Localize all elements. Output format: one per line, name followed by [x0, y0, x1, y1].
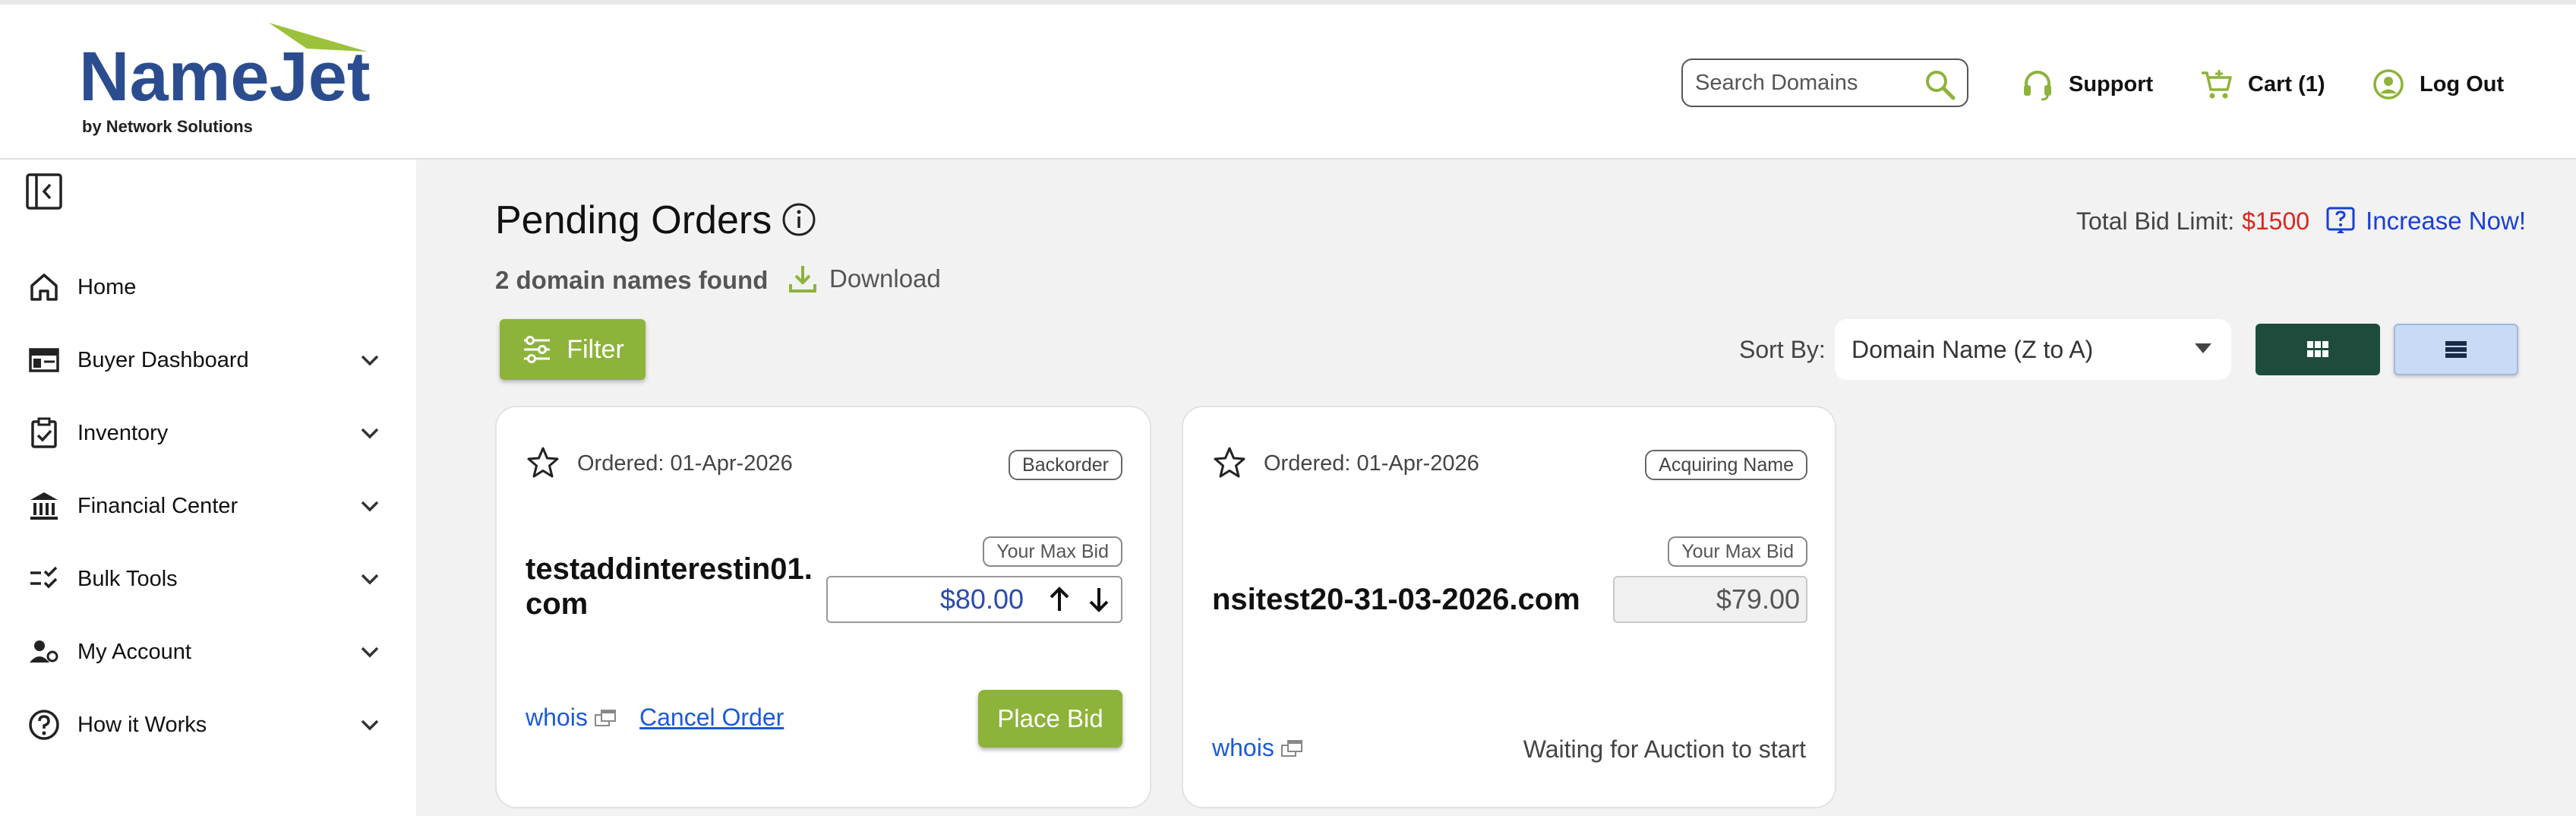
grid-view-button[interactable] [2256, 324, 2380, 375]
sidebar-item-how-it-works[interactable]: How it Works [0, 688, 416, 761]
whois-label: whois [526, 704, 588, 731]
whois-link[interactable]: whois [1212, 734, 1303, 762]
cart-label: Cart (1) [2248, 71, 2325, 96]
sidebar-item-label: How it Works [77, 712, 207, 737]
arrow-up-icon[interactable] [1045, 585, 1074, 614]
search-icon[interactable] [1923, 68, 1956, 101]
svg-text:NameJet: NameJet [79, 38, 371, 115]
sidebar-nav: Home Buyer Dashboard Inventory Financial… [0, 251, 416, 761]
chevron-down-icon[interactable] [357, 420, 383, 446]
help-circle-icon [29, 710, 59, 740]
list-view-button[interactable] [2394, 324, 2518, 375]
sidebar: Home Buyer Dashboard Inventory Financial… [0, 160, 416, 816]
logout-link[interactable]: Log Out [2371, 67, 2504, 102]
sidebar-item-inventory[interactable]: Inventory [0, 397, 416, 470]
filter-button[interactable]: Filter [500, 319, 646, 380]
support-label: Support [2069, 71, 2154, 96]
filter-label: Filter [567, 334, 624, 364]
grid-icon [2307, 341, 2328, 357]
logout-label: Log Out [2420, 71, 2505, 96]
chevron-down-icon[interactable] [357, 493, 383, 519]
search-box[interactable] [1681, 59, 1968, 107]
account-icon [30, 640, 58, 663]
main-content: Pending Orders 2 domain names found Down… [416, 160, 2576, 816]
whois-link[interactable]: whois [526, 704, 617, 732]
download-button[interactable]: Download [787, 263, 941, 295]
sort-selected: Domain Name (Z to A) [1852, 335, 2094, 363]
increase-now-link[interactable]: Increase Now! [2366, 207, 2526, 236]
home-icon [30, 274, 58, 301]
sidebar-item-bulk-tools[interactable]: Bulk Tools [0, 542, 416, 615]
svg-text:by Network Solutions: by Network Solutions [82, 117, 253, 136]
bid-value: $80.00 [939, 584, 1024, 615]
status-badge: Acquiring Name [1645, 450, 1807, 480]
question-bubble-icon[interactable] [2325, 205, 2357, 237]
caret-down-icon [2195, 343, 2211, 353]
bid-limit: Total Bid Limit: $1500 Increase Now! [2076, 205, 2526, 237]
chevron-down-icon[interactable] [357, 566, 383, 592]
headset-icon [2024, 71, 2051, 101]
chevron-down-icon[interactable] [357, 347, 383, 373]
search-input[interactable] [1695, 70, 1915, 96]
logo-graphic: NameJet by Network Solutions [79, 23, 371, 136]
list-icon [2445, 341, 2467, 358]
max-bid-label: Your Max Bid [1668, 536, 1807, 567]
header: NameJet by Network Solutions Support Car… [0, 5, 2576, 160]
status-badge: Backorder [1009, 450, 1122, 480]
domain-name: testaddinterestin01. com [526, 552, 813, 621]
domain-name: nsitest20-31-03-2026.com [1212, 583, 1580, 616]
auction-status: Waiting for Auction to start [1523, 735, 1806, 763]
user-circle-icon [2373, 69, 2404, 100]
external-window-icon [1280, 739, 1302, 757]
star-icon[interactable] [526, 445, 560, 480]
collapse-sidebar-icon[interactable] [24, 172, 64, 211]
download-icon [789, 266, 816, 293]
sidebar-item-label: Inventory [77, 420, 169, 445]
cart-icon [2202, 70, 2232, 99]
bid-limit-amount: $1500 [2242, 207, 2310, 235]
info-icon[interactable] [781, 201, 817, 238]
bid-limit-label: Total Bid Limit: [2076, 207, 2235, 235]
sidebar-item-financial-center[interactable]: Financial Center [0, 470, 416, 542]
order-card: Ordered: 01-Apr-2026 Backorder Your Max … [495, 406, 1151, 808]
support-link[interactable]: Support [2020, 67, 2153, 102]
results-count: 2 domain names found [495, 266, 769, 294]
sidebar-item-label: Bulk Tools [77, 566, 178, 591]
chevron-down-icon[interactable] [357, 639, 383, 665]
sidebar-item-home[interactable]: Home [0, 251, 416, 324]
place-bid-button[interactable]: Place Bid [978, 690, 1122, 748]
dashboard-icon [29, 348, 59, 372]
cart-link[interactable]: Cart (1) [2199, 67, 2325, 102]
sort-dropdown[interactable]: Domain Name (Z to A) [1835, 319, 2231, 380]
domain-name-line1: testaddinterestin01. [526, 552, 813, 586]
cancel-order-link[interactable]: Cancel Order [639, 704, 784, 732]
max-bid-input[interactable]: $80.00 [826, 576, 1122, 623]
download-label: Download [829, 264, 941, 293]
star-icon[interactable] [1212, 445, 1247, 480]
checklist-icon [30, 566, 58, 589]
sidebar-item-label: Buyer Dashboard [77, 347, 249, 372]
order-card: Ordered: 01-Apr-2026 Acquiring Name Your… [1182, 406, 1836, 808]
max-bid-label: Your Max Bid [983, 536, 1122, 567]
max-bid-display: $79.00 [1613, 576, 1807, 623]
arrow-down-icon[interactable] [1084, 585, 1113, 614]
sidebar-item-buyer-dashboard[interactable]: Buyer Dashboard [0, 324, 416, 397]
sidebar-item-my-account[interactable]: My Account [0, 615, 416, 688]
whois-label: whois [1212, 734, 1274, 761]
external-window-icon [594, 709, 616, 726]
domain-name-line2: com [526, 587, 589, 621]
sidebar-item-label: Financial Center [77, 493, 238, 518]
chevron-down-icon[interactable] [357, 712, 383, 738]
namejet-logo[interactable]: NameJet by Network Solutions [79, 18, 398, 147]
page-title: Pending Orders [495, 198, 772, 242]
bank-icon [30, 492, 58, 520]
order-date: Ordered: 01-Apr-2026 [1264, 451, 1479, 476]
sidebar-item-label: Home [77, 274, 137, 299]
sliders-icon [524, 336, 551, 363]
order-date: Ordered: 01-Apr-2026 [577, 451, 793, 476]
bid-value: $79.00 [1716, 584, 1800, 615]
sort-label: Sort By: [1739, 336, 1826, 363]
clipboard-icon [31, 417, 57, 448]
sidebar-item-label: My Account [77, 639, 191, 664]
